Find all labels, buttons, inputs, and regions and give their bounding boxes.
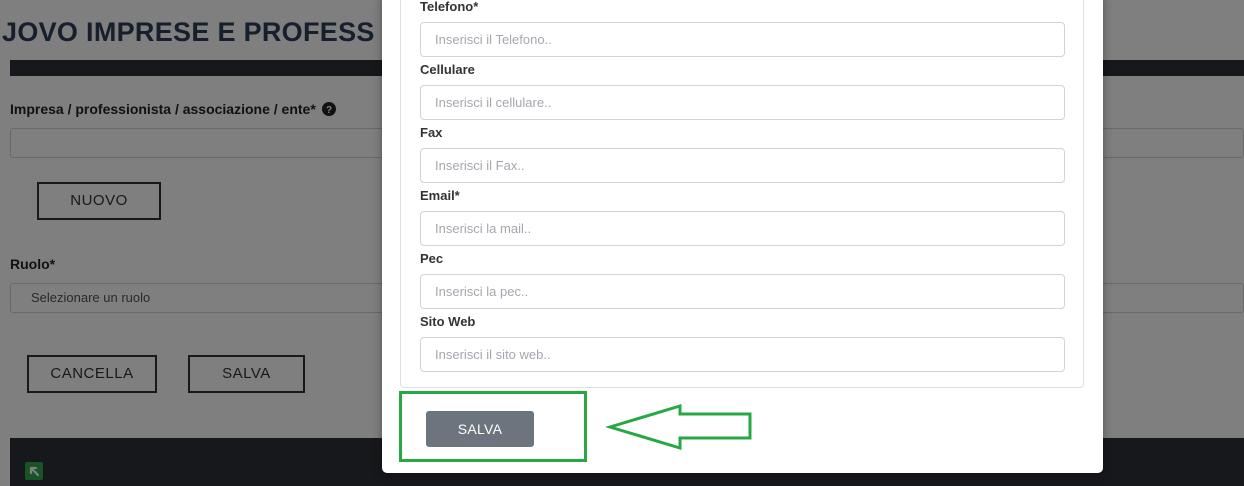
pec-input[interactable] <box>420 274 1065 309</box>
phone-label: Telefono* <box>420 0 479 14</box>
arrow-left-outline-icon <box>606 403 752 451</box>
phone-input[interactable] <box>420 22 1065 57</box>
website-label: Sito Web <box>420 314 476 329</box>
mobile-input[interactable] <box>420 85 1065 120</box>
contact-form-panel <box>400 0 1084 388</box>
website-input[interactable] <box>420 337 1065 372</box>
email-input[interactable] <box>420 211 1065 246</box>
mobile-label: Cellulare <box>420 62 475 77</box>
pec-label: Pec <box>420 251 444 266</box>
email-label: Email* <box>420 188 460 203</box>
fax-label: Fax <box>420 125 443 140</box>
highlight-box <box>399 391 587 462</box>
fax-input[interactable] <box>420 148 1065 183</box>
